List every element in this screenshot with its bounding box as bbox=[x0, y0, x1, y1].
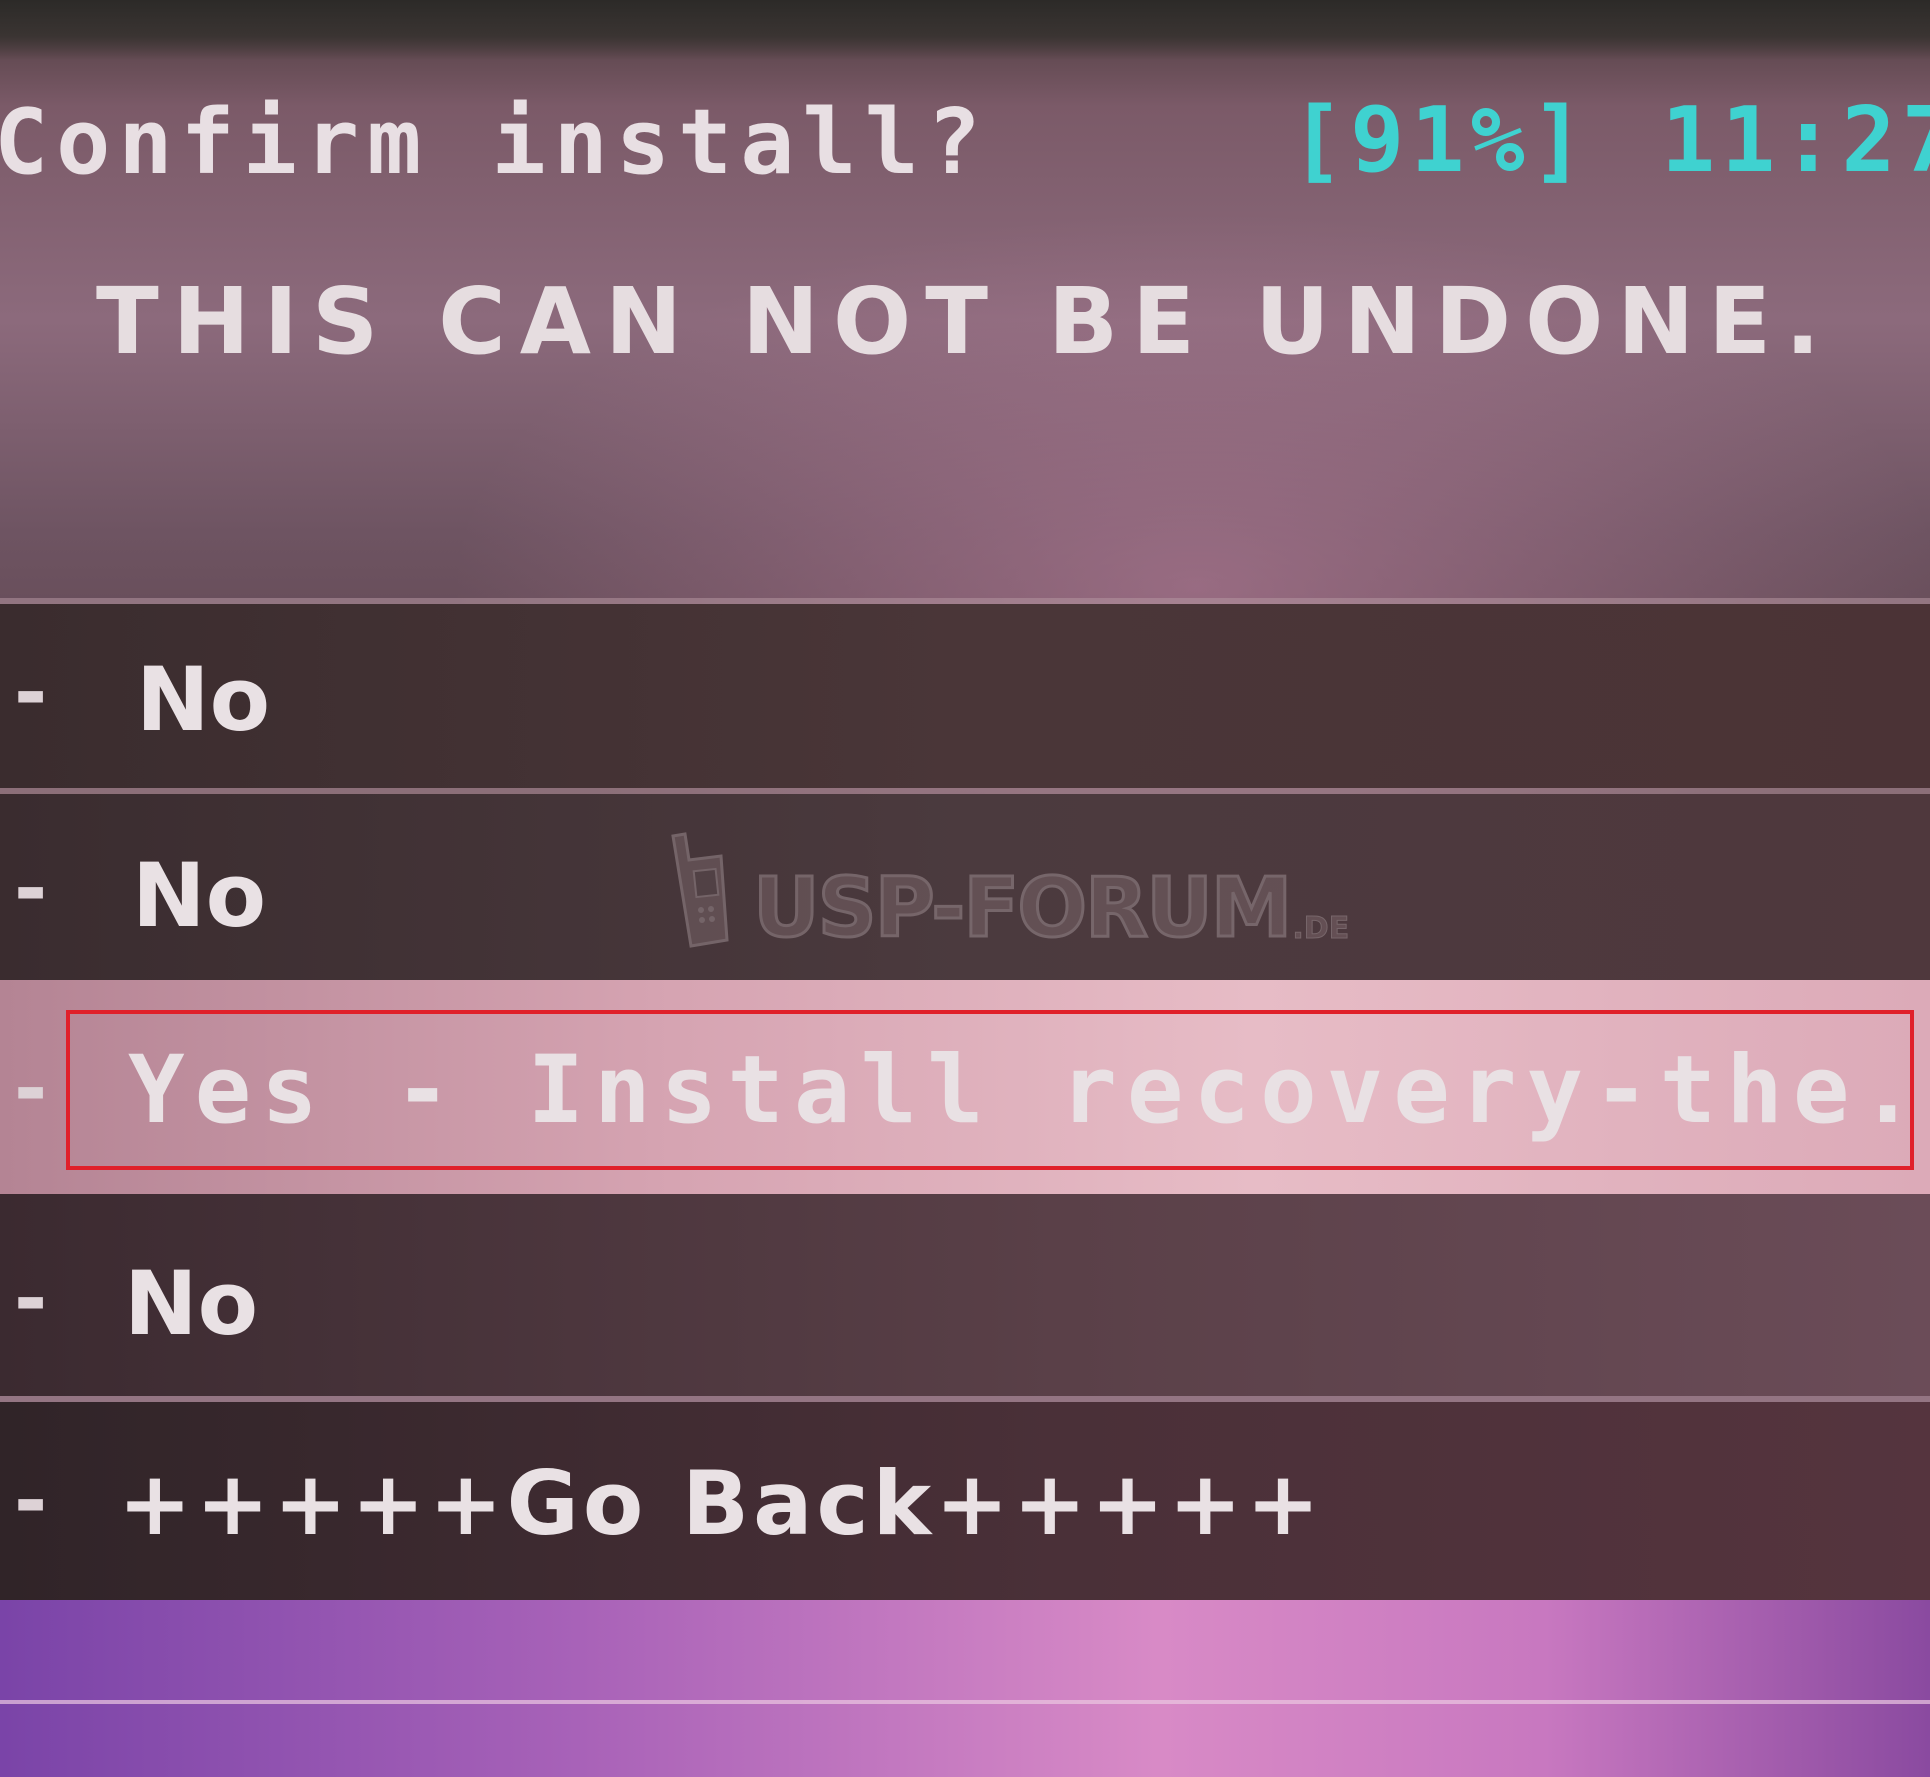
menu-bullet: - bbox=[14, 842, 48, 935]
header-title: Confirm install? bbox=[0, 90, 989, 195]
menu-bullet: - bbox=[14, 1042, 48, 1135]
battery-indicator: [91%] bbox=[1290, 88, 1591, 193]
menu-item-label: +++++Go Back+++++ bbox=[118, 1452, 1324, 1555]
screen-bezel bbox=[0, 0, 1930, 60]
warning-message: THIS CAN NOT BE UNDONE. bbox=[96, 268, 1835, 375]
highlight-annotation bbox=[66, 1010, 1914, 1170]
menu-item-label: No bbox=[136, 648, 271, 751]
watermark-tld: .DE bbox=[1292, 911, 1350, 947]
clock: 11:27 bbox=[1660, 88, 1930, 193]
menu-bullet: - bbox=[14, 1252, 48, 1345]
menu-bullet: - bbox=[14, 646, 48, 739]
menu-item-no-3[interactable]: - No bbox=[0, 1194, 1930, 1396]
phone-icon bbox=[671, 832, 729, 948]
menu-item-go-back[interactable]: - +++++Go Back+++++ bbox=[0, 1402, 1930, 1600]
header-status: [91%] 11:27 bbox=[1290, 88, 1930, 193]
bottom-divider bbox=[0, 1700, 1930, 1704]
menu-bullet: - bbox=[14, 1454, 48, 1547]
watermark: USP-FORUM .DE bbox=[665, 830, 1350, 956]
watermark-text: USP-FORUM bbox=[751, 861, 1293, 956]
menu-item-label: No bbox=[132, 844, 267, 947]
menu-item-no-1[interactable]: - No bbox=[0, 604, 1930, 788]
menu-item-label: No bbox=[124, 1252, 259, 1355]
bottom-band bbox=[0, 1600, 1930, 1777]
recovery-screen: Confirm install? [91%] 11:27 THIS CAN NOT… bbox=[0, 0, 1930, 1777]
